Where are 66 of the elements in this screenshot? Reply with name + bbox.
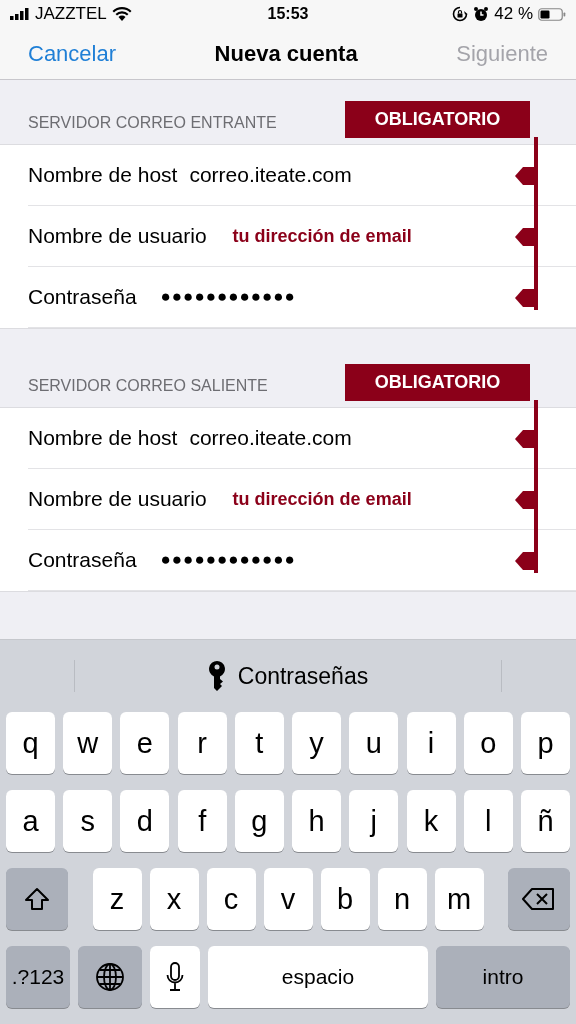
letter-key[interactable]: f	[177, 790, 227, 852]
letter-key[interactable]: x	[149, 868, 199, 930]
letter-key[interactable]: z	[92, 868, 142, 930]
cancel-button[interactable]: Cancelar	[28, 41, 117, 67]
letter-key[interactable]: r	[177, 712, 227, 774]
letter-key[interactable]: t	[234, 712, 284, 774]
battery-icon	[538, 7, 566, 21]
annotation-text: tu dirección de email	[232, 488, 412, 510]
letter-key[interactable]: m	[434, 868, 484, 930]
field-label: Nombre de host	[28, 163, 178, 188]
shift-key[interactable]	[6, 868, 68, 930]
letter-key[interactable]: ñ	[520, 790, 570, 852]
letter-key[interactable]: b	[320, 868, 370, 930]
letter-key[interactable]: g	[234, 790, 284, 852]
letter-key[interactable]: p	[520, 712, 570, 774]
letter-key[interactable]: n	[377, 868, 427, 930]
input-field[interactable]: correo.iteate.com	[189, 163, 352, 188]
microphone-icon	[166, 962, 184, 992]
clock-time: 15:53	[267, 5, 309, 24]
field-label: Contraseña	[28, 285, 137, 310]
rotation-lock-icon	[452, 6, 469, 23]
letter-key[interactable]: y	[292, 712, 342, 774]
delete-key[interactable]	[508, 868, 570, 930]
field-label: Nombre de usuario	[28, 487, 207, 512]
delete-icon	[522, 887, 556, 911]
input-field[interactable]: ●●●●●●●●●●●●	[160, 287, 296, 308]
letter-key[interactable]: a	[6, 790, 55, 852]
required-banner: OBLIGATORIO	[345, 364, 530, 402]
letter-key[interactable]: j	[349, 790, 399, 852]
shift-icon	[24, 887, 50, 911]
letter-key[interactable]: d	[120, 790, 170, 852]
section-header: SERVIDOR CORREO ENTRANTE	[28, 114, 277, 133]
letter-key[interactable]: h	[292, 790, 342, 852]
field-label: Contraseña	[28, 548, 137, 573]
field-label: Nombre de host	[28, 426, 178, 451]
input-field[interactable]: correo.iteate.com	[189, 426, 352, 451]
carrier-name: JAZZTEL	[35, 4, 107, 25]
letter-key[interactable]: o	[463, 712, 513, 774]
section-header: SERVIDOR CORREO SALIENTE	[28, 377, 268, 396]
letter-key[interactable]: v	[263, 868, 313, 930]
letter-key[interactable]: l	[463, 790, 513, 852]
letter-key[interactable]: s	[63, 790, 113, 852]
globe-key[interactable]	[78, 946, 142, 1008]
return-key[interactable]: intro	[436, 946, 570, 1008]
letter-key[interactable]: c	[206, 868, 256, 930]
letter-key[interactable]: q	[6, 712, 55, 774]
input-field[interactable]: ●●●●●●●●●●●●	[160, 550, 296, 571]
letter-key[interactable]: e	[120, 712, 170, 774]
globe-icon	[95, 962, 125, 992]
battery-percentage: 42 %	[494, 4, 533, 25]
alarm-icon	[473, 6, 490, 23]
screen-title: Nueva cuenta	[214, 41, 358, 67]
passwords-suggestion[interactable]: Contraseñas	[207, 661, 369, 691]
annotation-text: tu dirección de email	[232, 225, 412, 247]
space-key[interactable]: espacio	[208, 946, 428, 1008]
numbers-key[interactable]: .?123	[6, 946, 70, 1008]
microphone-key[interactable]	[150, 946, 200, 1008]
required-banner: OBLIGATORIO	[345, 101, 530, 139]
wifi-icon	[111, 7, 132, 22]
letter-key[interactable]: u	[349, 712, 399, 774]
key-icon	[207, 661, 226, 691]
signal-icon	[10, 8, 30, 21]
letter-key[interactable]: k	[406, 790, 456, 852]
letter-key[interactable]: w	[63, 712, 113, 774]
letter-key[interactable]: i	[406, 712, 456, 774]
field-label: Nombre de usuario	[28, 224, 207, 249]
